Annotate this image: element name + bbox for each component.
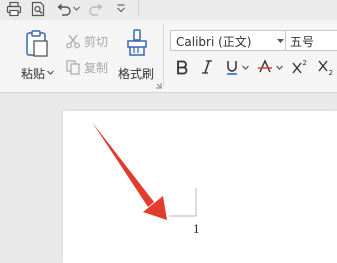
paste-dropdown-icon[interactable] [47, 70, 54, 76]
customize-toolbar-icon[interactable] [116, 1, 126, 15]
bold-icon[interactable] [174, 59, 190, 75]
page-number-text[interactable]: 1 [193, 221, 200, 237]
print-preview-icon[interactable] [30, 1, 46, 17]
underline-icon[interactable] [224, 59, 240, 75]
underline-dropdown-icon[interactable] [242, 65, 249, 71]
subscript-icon[interactable]: 2 [317, 58, 335, 76]
format-painter-label: 格式刷 [118, 67, 155, 81]
format-painter-button[interactable]: 格式刷 [116, 26, 158, 86]
cut-button: 剪切 [64, 32, 112, 50]
svg-text:2: 2 [329, 69, 333, 76]
undo-dropdown-icon[interactable] [73, 4, 80, 12]
clipboard-icon [25, 30, 49, 58]
font-family-dropdown-icon[interactable] [277, 38, 284, 44]
strikethrough-icon[interactable] [257, 59, 273, 75]
ribbon-group-divider [163, 24, 164, 86]
qat-divider [138, 0, 139, 16]
undo-icon[interactable] [56, 1, 72, 17]
redo-icon [88, 1, 104, 17]
copy-button: 复制 [64, 58, 112, 76]
ribbon-home: 粘贴 剪切 复制 格式刷 Calibri (正文) 五号 2 2 [0, 20, 337, 93]
font-size-value: 五号 [290, 35, 315, 49]
quick-access-toolbar [0, 0, 337, 20]
font-family-select[interactable]: Calibri (正文) [170, 30, 286, 51]
paste-label: 粘贴 [21, 67, 46, 81]
cut-label: 剪切 [84, 35, 109, 49]
scissors-icon [65, 33, 81, 49]
format-painter-icon [125, 29, 149, 57]
font-size-select[interactable]: 五号 [286, 30, 337, 51]
svg-text:2: 2 [303, 59, 307, 67]
annotation-arrow-icon [92, 122, 167, 220]
superscript-icon[interactable]: 2 [291, 58, 309, 76]
clipboard-dialog-launcher-icon[interactable] [155, 82, 162, 89]
print-icon[interactable] [6, 1, 22, 17]
copy-icon [65, 59, 81, 75]
paste-button[interactable]: 粘贴 [19, 26, 59, 86]
copy-label: 复制 [84, 61, 109, 75]
strikethrough-dropdown-icon[interactable] [276, 65, 283, 71]
font-family-value: Calibri (正文) [176, 35, 252, 49]
italic-icon[interactable] [200, 59, 214, 75]
